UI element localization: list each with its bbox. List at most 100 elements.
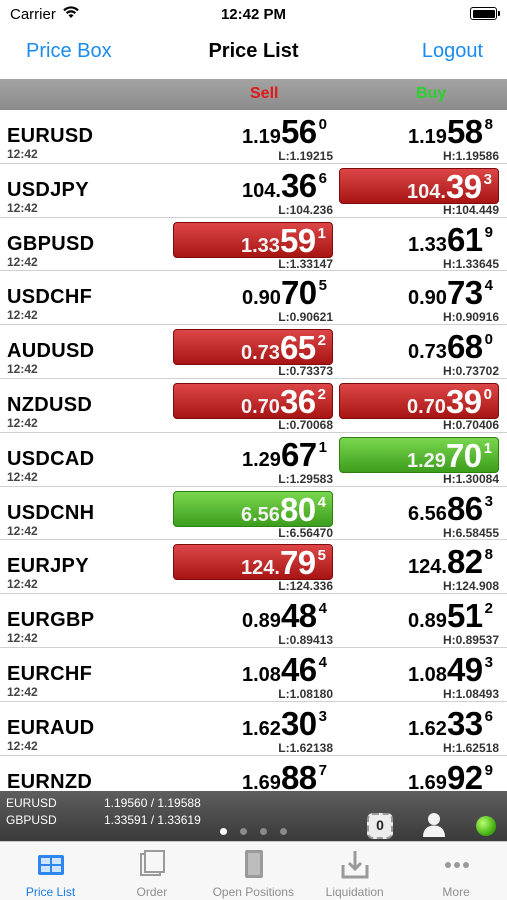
price-row[interactable]: USDCHF 12:42 0.9070 5 0.9073 4 L:0.90621 H… xyxy=(0,271,507,326)
buy-price-button[interactable]: 0.7368 0 xyxy=(339,329,499,365)
high-price: H:0.73702 xyxy=(442,364,499,379)
sell-price-button[interactable]: 124.79 5 xyxy=(173,544,333,582)
navigation-bar: Price Box Price List Logout xyxy=(0,30,507,78)
price-row[interactable]: EURAUD 12:42 1.6230 3 1.6233 6 L:1.62138 H… xyxy=(0,702,507,756)
high-price: H:1.30084 xyxy=(442,471,499,486)
low-price: L:1.33147 xyxy=(278,256,333,271)
sell-price-button[interactable]: 1.3359 1 xyxy=(173,221,333,259)
price-row[interactable]: USDCNH 12:42 6.5680 4 6.5686 3 L:6.56470 H… xyxy=(0,487,507,541)
quote-time: 12:42 xyxy=(7,577,38,592)
tab-label: Open Positions xyxy=(212,885,294,899)
buy-price-button[interactable]: 6.5686 3 xyxy=(339,491,499,527)
sell-price-button[interactable]: 104.36 6 xyxy=(173,168,333,204)
buy-price-button[interactable]: 0.8951 2 xyxy=(339,598,499,634)
logout-button[interactable]: Logout xyxy=(422,40,483,63)
ticker-value: 1.33591 / 1.33619 xyxy=(104,813,201,827)
sell-price-button[interactable]: 0.7365 2 xyxy=(173,329,333,366)
tab-more[interactable]: More xyxy=(406,842,507,900)
buy-price-button[interactable]: 104.39 3 xyxy=(339,167,499,205)
page-dot[interactable] xyxy=(220,828,227,835)
buy-price: 1.2970 1 xyxy=(407,436,492,474)
buy-price-button[interactable]: 0.7039 0 xyxy=(339,382,499,419)
buy-price-button[interactable]: 1.3361 9 xyxy=(339,222,499,258)
sell-price-button[interactable]: 0.8948 4 xyxy=(173,598,333,634)
sell-price: 1.3359 1 xyxy=(241,221,326,259)
low-price: L:124.336 xyxy=(278,579,333,594)
sell-price: 104.36 6 xyxy=(242,166,327,204)
sell-price-button[interactable]: 0.9070 5 xyxy=(173,275,333,311)
tab-price-list[interactable]: Price List xyxy=(0,842,101,900)
symbol-label: EURUSD xyxy=(7,125,94,147)
buy-price-button[interactable]: 1.2970 1 xyxy=(339,436,499,474)
low-price: L:0.73373 xyxy=(278,364,333,379)
sell-price: 1.6988 7 xyxy=(242,758,327,791)
price-list-icon xyxy=(36,847,66,881)
buy-price: 124.82 8 xyxy=(408,543,493,581)
buy-price: 1.6233 6 xyxy=(408,704,493,742)
buy-price: 104.39 3 xyxy=(407,167,492,205)
buy-price: 0.9073 4 xyxy=(408,274,493,312)
connection-status-icon xyxy=(476,816,496,836)
symbol-label: USDCNH xyxy=(7,501,95,524)
tab-open-positions[interactable]: Open Positions xyxy=(203,842,304,900)
quote-time: 12:42 xyxy=(7,200,38,215)
price-row[interactable]: USDJPY 12:42 104.36 6 104.39 3 L:104.236 H… xyxy=(0,164,507,218)
sell-price-button[interactable]: 1.1956 0 xyxy=(173,114,333,150)
quote-time: 12:42 xyxy=(7,684,38,699)
page-dot[interactable] xyxy=(240,828,247,835)
price-list: EURUSD 12:42 1.1956 0 1.1958 8 L:1.19215 H… xyxy=(0,110,507,791)
buy-price: 0.7368 0 xyxy=(408,328,493,366)
page-dot[interactable] xyxy=(280,828,287,835)
buy-price-button[interactable]: 1.1958 8 xyxy=(339,114,499,150)
price-row[interactable]: EURNZD 1.6988 7 1.6992 9 xyxy=(0,756,507,791)
buy-price: 1.3361 9 xyxy=(408,220,493,258)
quote-time: 12:42 xyxy=(7,738,38,753)
tab-label: Order xyxy=(136,885,168,899)
price-row[interactable]: USDCAD 12:42 1.2967 1 1.2970 1 L:1.29583 H… xyxy=(0,433,507,487)
tab-label: More xyxy=(442,885,470,899)
sell-price-button[interactable]: 1.6230 3 xyxy=(173,706,333,742)
symbol-label: EURCHF xyxy=(7,662,93,685)
symbol-label: AUDUSD xyxy=(7,340,95,363)
quote-time: 12:42 xyxy=(7,415,38,430)
symbol-label: NZDUSD xyxy=(7,393,93,416)
price-row[interactable]: AUDUSD 12:42 0.7365 2 0.7368 0 L:0.73373 H… xyxy=(0,325,507,379)
price-row[interactable]: EURCHF 12:42 1.0846 4 1.0849 3 L:1.08180 H… xyxy=(0,648,507,702)
symbol-label: USDCAD xyxy=(7,447,95,470)
sell-price-button[interactable]: 1.0846 4 xyxy=(173,652,333,688)
quote-time: 12:42 xyxy=(7,469,38,484)
sell-price-button[interactable]: 1.6988 7 xyxy=(173,760,333,791)
price-row[interactable]: GBPUSD 12:42 1.3359 1 1.3361 9 L:1.33147 H… xyxy=(0,218,507,272)
price-row[interactable]: EURGBP 12:42 0.8948 4 0.8951 2 L:0.89413 H… xyxy=(0,594,507,648)
high-price: H:1.08493 xyxy=(442,686,499,701)
more-icon xyxy=(442,847,472,881)
buy-price: 1.1958 8 xyxy=(408,113,493,150)
ticker-symbol: EURUSD xyxy=(6,796,57,810)
sell-price: 0.9070 5 xyxy=(242,274,327,312)
sell-price-button[interactable]: 6.5680 4 xyxy=(173,490,333,527)
buy-price-button[interactable]: 124.82 8 xyxy=(339,544,499,580)
sell-price-button[interactable]: 0.7036 2 xyxy=(173,382,333,420)
page-indicator[interactable] xyxy=(220,828,290,836)
tab-liquidation[interactable]: Liquidation xyxy=(304,842,405,900)
price-row[interactable]: EURJPY 12:42 124.79 5 124.82 8 L:124.336 H… xyxy=(0,540,507,595)
buy-price-button[interactable]: 1.0849 3 xyxy=(339,652,499,688)
high-price: H:0.90916 xyxy=(442,310,499,325)
symbol-label: GBPUSD xyxy=(7,232,95,255)
buy-price-button[interactable]: 0.9073 4 xyxy=(339,275,499,311)
price-row[interactable]: EURUSD 12:42 1.1956 0 1.1958 8 L:1.19215 H… xyxy=(0,110,507,164)
buy-price-button[interactable]: 1.6992 9 xyxy=(339,760,499,791)
page-dot[interactable] xyxy=(260,828,267,835)
sell-price: 124.79 5 xyxy=(241,544,326,582)
price-row[interactable]: NZDUSD 12:42 0.7036 2 0.7039 0 L:0.70068 H… xyxy=(0,379,507,433)
tab-order[interactable]: Order xyxy=(101,842,202,900)
sell-price: 0.7036 2 xyxy=(241,382,326,420)
symbol-label: EURJPY xyxy=(7,555,89,578)
buy-price-button[interactable]: 1.6233 6 xyxy=(339,706,499,742)
sell-price-button[interactable]: 1.2967 1 xyxy=(173,437,333,473)
tab-label: Liquidation xyxy=(325,885,384,899)
tab-label: Price List xyxy=(25,885,76,899)
user-icon[interactable] xyxy=(421,811,447,837)
position-count-badge[interactable]: 0 xyxy=(367,813,393,839)
high-price: H:0.70406 xyxy=(442,417,499,432)
